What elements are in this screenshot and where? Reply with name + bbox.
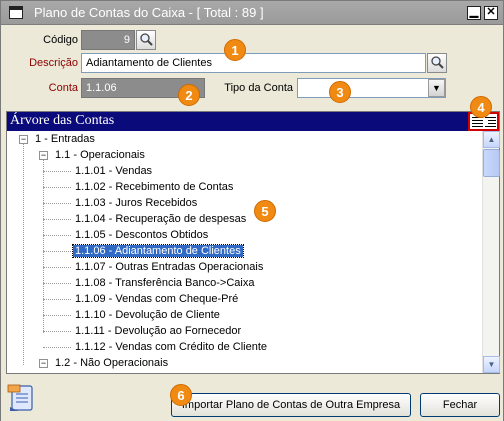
help-notepad-icon[interactable] [6,383,36,413]
tree-expander[interactable]: − [19,135,28,144]
close-button[interactable]: Fechar [420,393,500,417]
tree-scrollbar[interactable]: ▲ ▼ [482,131,500,373]
window-icon [9,6,23,19]
tree-node[interactable]: 1.1.04 - Recuperação de despesas [73,211,248,227]
tree-node[interactable]: 1.1.12 - Vendas com Crédito de Cliente [73,339,269,355]
tree-node[interactable]: 1.1.10 - Devolução de Cliente [73,307,222,323]
descricao-field[interactable]: Adiantamento de Clientes [81,53,426,73]
tree-expander[interactable]: − [39,151,48,160]
window-title: Plano de Contas do Caixa - [ Total : 89 … [34,5,264,20]
callout-badge-5: 5 [254,200,276,222]
tree-expander[interactable]: − [39,359,48,368]
tree-node[interactable]: 1 - Entradas [33,131,97,147]
tree-node[interactable]: 1.2 - Não Operacionais [53,355,170,371]
magnifier-icon [431,56,444,69]
minimize-button[interactable]: ▁ [467,6,481,20]
tree-node[interactable]: 1.1.05 - Descontos Obtidos [73,227,210,243]
close-window-button[interactable]: ✕ [484,6,498,20]
expand-all-icon[interactable] [472,117,483,127]
tree-node[interactable]: 1.1.09 - Vendas com Cheque-Pré [73,291,240,307]
descricao-search-button[interactable] [427,53,447,73]
tree-node[interactable]: 1.1.01 - Vendas [73,163,154,179]
codigo-label: Código [43,34,78,46]
callout-badge-1: 1 [224,39,246,61]
callout-badge-3: 3 [329,81,351,103]
tree-node[interactable]: 1.1.07 - Outras Entradas Operacionais [73,259,265,275]
magnifier-icon [140,33,153,46]
tree-header-title: Árvore das Contas [10,113,115,128]
account-tree-panel: Árvore das Contas − 1 - Entradas − 1.1 -… [6,111,500,374]
tree-node[interactable]: 1.1.11 - Devolução ao Fornecedor [73,323,243,339]
tipo-conta-label: Tipo da Conta [224,82,293,94]
descricao-label: Descrição [29,57,78,69]
codigo-field[interactable]: 9 [81,30,135,50]
collapse-all-icon[interactable] [485,117,496,127]
account-tree[interactable]: − 1 - Entradas − 1.1 - Operacionais 1.1.… [7,131,481,373]
tree-node[interactable]: 1.1.02 - Recebimento de Contas [73,179,235,195]
tipo-conta-select[interactable] [297,78,446,98]
tree-node[interactable]: 1.1 - Operacionais [53,147,147,163]
title-bar[interactable]: Plano de Contas do Caixa - [ Total : 89 … [1,1,503,25]
tree-node[interactable]: 1.1.08 - Transferência Banco->Caixa [73,275,256,291]
codigo-search-button[interactable] [136,30,156,50]
tree-header: Árvore das Contas [7,112,499,131]
callout-badge-6: 6 [170,384,192,406]
scroll-down-icon[interactable]: ▼ [483,356,500,373]
tree-node[interactable]: 1.1.03 - Juros Recebidos [73,195,199,211]
callout-badge-2: 2 [178,84,200,106]
scroll-thumb[interactable] [483,149,500,177]
import-plan-button[interactable]: Importar Plano de Contas de Outra Empres… [171,393,411,417]
plano-de-contas-window: Plano de Contas do Caixa - [ Total : 89 … [0,0,504,421]
tree-node-selected[interactable]: 1.1.06 - Adiantamento de Clientes [72,243,244,259]
account-form: Código 9 Descrição Adiantamento de Clien… [1,26,503,108]
chevron-down-icon[interactable]: ▼ [428,79,445,97]
callout-badge-4: 4 [470,96,492,118]
bottom-bar: Importar Plano de Contas de Outra Empres… [1,376,503,421]
conta-label: Conta [48,82,78,94]
scroll-up-icon[interactable]: ▲ [483,131,500,148]
